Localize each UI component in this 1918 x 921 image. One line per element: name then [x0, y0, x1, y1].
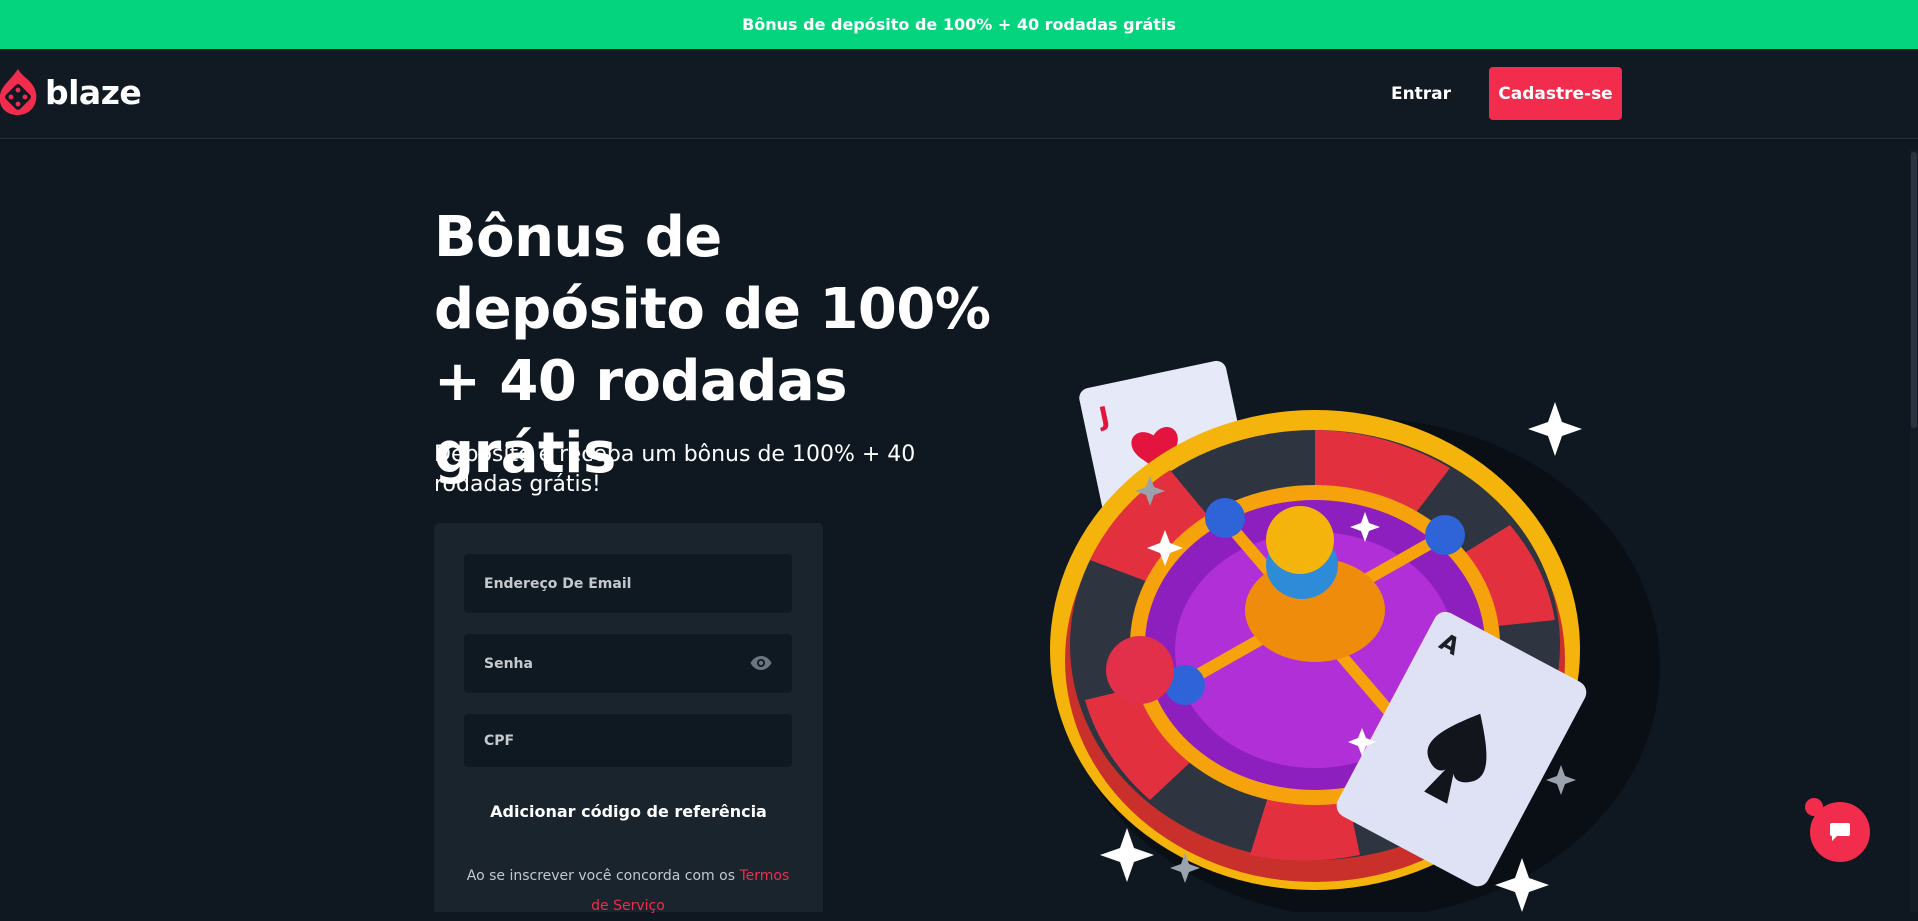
signup-button[interactable]: Cadastre-se: [1489, 67, 1622, 120]
promo-banner-text: Bônus de depósito de 100% + 40 rodadas g…: [742, 15, 1176, 34]
chat-bubble-icon: [1830, 823, 1850, 841]
login-button[interactable]: Entrar: [1377, 70, 1465, 117]
email-field[interactable]: [464, 554, 792, 613]
roulette-illustration: J A: [1050, 360, 1660, 912]
hero-subtitle: Deposite e receba um bônus de 100% + 40 …: [434, 442, 916, 497]
eye-icon[interactable]: [750, 655, 772, 671]
top-header: blaze Entrar Cadastre-se: [0, 49, 1918, 139]
scrollbar-thumb[interactable]: [1911, 152, 1917, 428]
terms-notice: Ao se inscrever você concorda com os Ter…: [464, 861, 792, 921]
add-referral-code-link[interactable]: Adicionar código de referência: [434, 802, 823, 821]
logo[interactable]: blaze: [0, 67, 142, 117]
cpf-field[interactable]: [464, 714, 792, 767]
chat-button[interactable]: [1810, 802, 1870, 862]
signup-form-card: Adicionar código de referência Ao se ins…: [434, 523, 823, 914]
blaze-logo-icon: [0, 69, 37, 115]
terms-prefix: Ao se inscrever você concorda com os: [466, 868, 736, 884]
password-field[interactable]: [464, 634, 792, 693]
logo-text: blaze: [45, 72, 142, 112]
promo-banner[interactable]: Bônus de depósito de 100% + 40 rodadas g…: [0, 0, 1918, 49]
